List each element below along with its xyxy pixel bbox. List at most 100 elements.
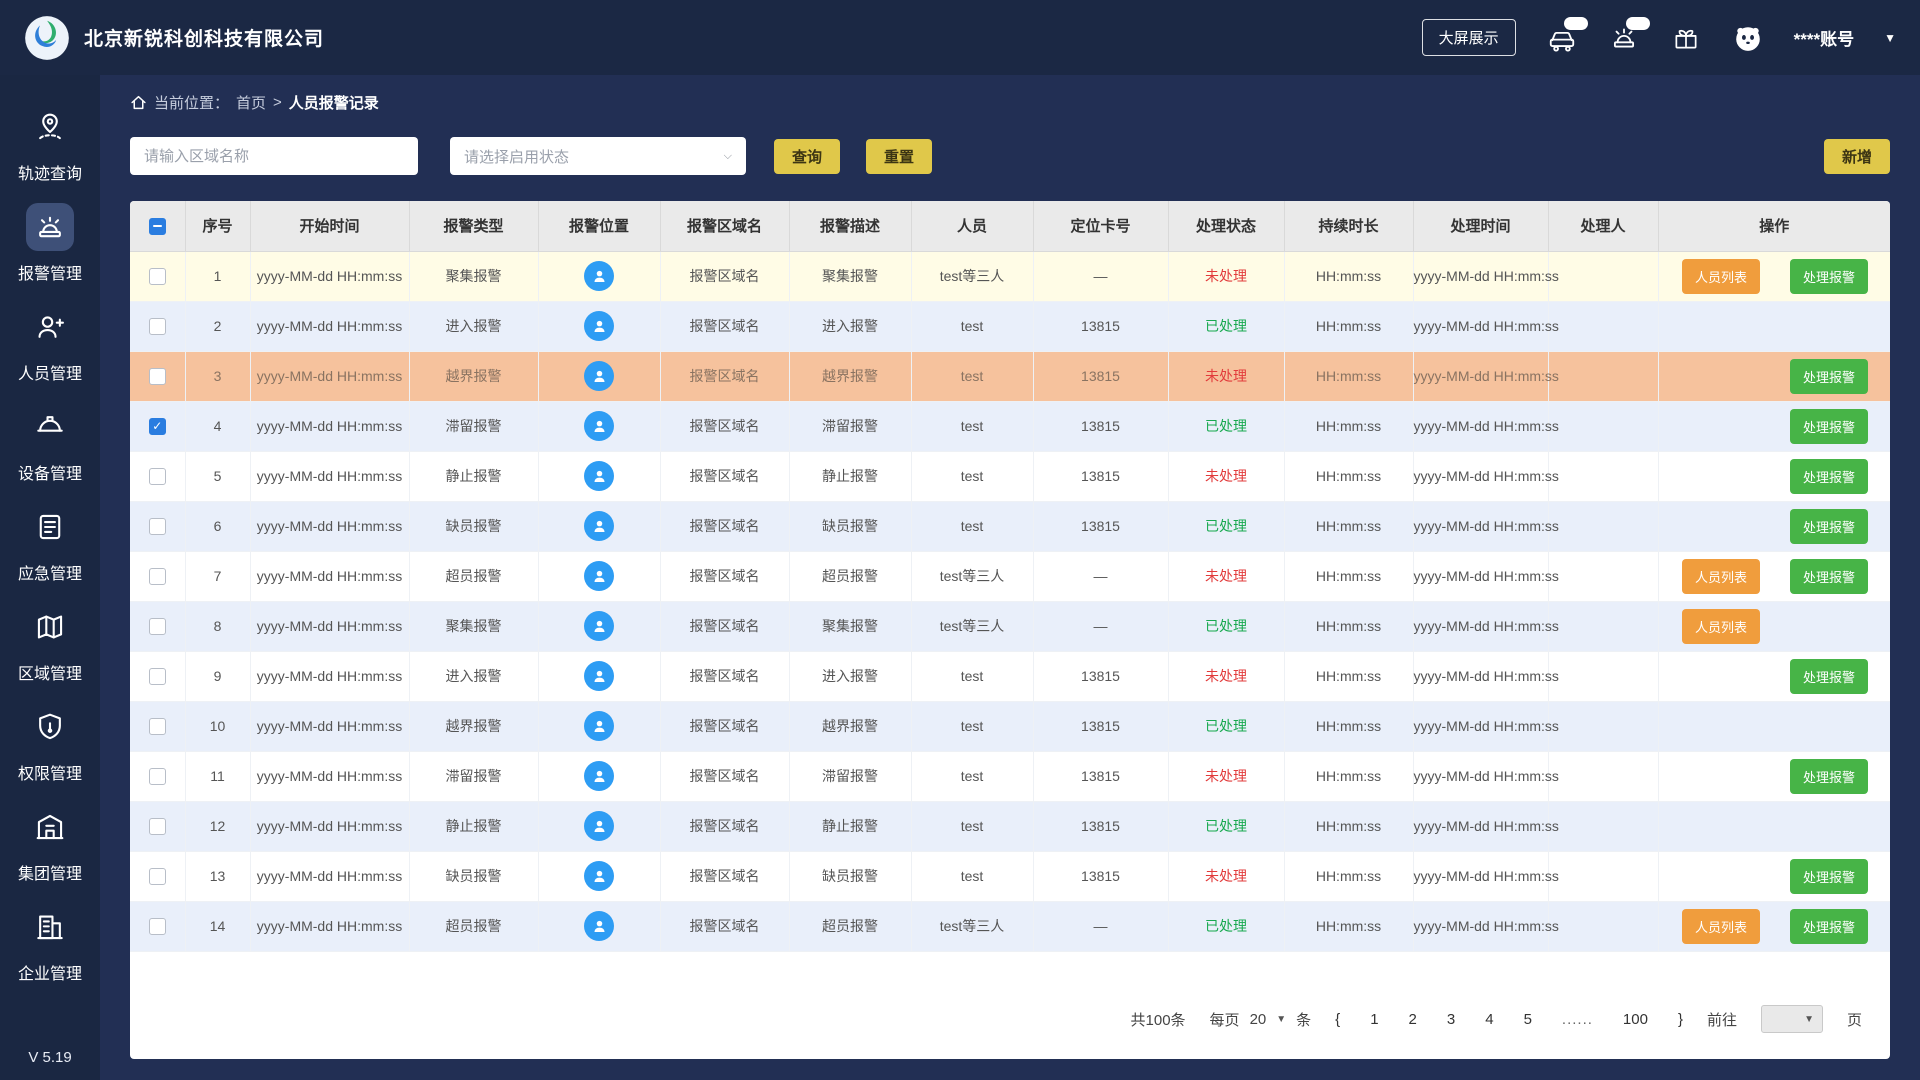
handle-alarm-button[interactable]: 处理报警	[1789, 408, 1868, 444]
location-icon[interactable]	[584, 761, 614, 791]
location-icon[interactable]	[584, 411, 614, 441]
location-icon[interactable]	[584, 811, 614, 841]
row-checkbox[interactable]	[148, 367, 166, 385]
add-button[interactable]: 新增	[1823, 138, 1890, 174]
reset-button[interactable]: 重置	[866, 138, 933, 174]
person-name: test等三人	[911, 901, 1034, 952]
status-text: 未处理	[1205, 568, 1247, 584]
row-checkbox[interactable]	[148, 867, 166, 885]
handle-alarm-button[interactable]: 处理报警	[1789, 858, 1868, 894]
alarm-bell-icon[interactable]	[1608, 16, 1650, 54]
location-icon[interactable]	[584, 261, 614, 291]
row-checkbox[interactable]	[148, 467, 166, 485]
chevron-down-icon[interactable]: ▼	[1884, 31, 1896, 45]
big-screen-button[interactable]: 大屏展示	[1421, 19, 1516, 56]
sidebar-item-alarm-management[interactable]: 报警管理	[18, 193, 82, 293]
sidebar-item-enterprise-management[interactable]: 企业管理	[18, 893, 82, 993]
handler-name	[1548, 301, 1659, 352]
row-checkbox[interactable]	[148, 917, 166, 935]
page-number[interactable]: 1	[1370, 1011, 1378, 1028]
row-checkbox[interactable]	[148, 317, 166, 335]
select-all-checkbox[interactable]	[148, 217, 166, 235]
handle-alarm-button[interactable]: 处理报警	[1789, 258, 1868, 294]
page-number[interactable]: 2	[1409, 1011, 1417, 1028]
breadcrumb-home[interactable]: 首页	[236, 92, 266, 113]
page-number[interactable]: 3	[1447, 1011, 1455, 1028]
sidebar-item-group-management[interactable]: 集团管理	[18, 793, 82, 893]
area-name-input[interactable]	[130, 137, 418, 175]
alarm-location-cell	[538, 551, 661, 602]
row-checkbox[interactable]	[148, 517, 166, 535]
person-list-button[interactable]: 人员列表	[1681, 258, 1760, 294]
location-icon[interactable]	[584, 561, 614, 591]
sidebar-item-personnel-management[interactable]: 人员管理	[18, 293, 82, 393]
enable-status-select[interactable]: 请选择启用状态 ⌵	[450, 137, 746, 175]
row-checkbox[interactable]	[148, 567, 166, 585]
vehicle-icon[interactable]	[1546, 16, 1588, 54]
action-slot: 处理报警	[1780, 358, 1878, 394]
page-number[interactable]: 5	[1524, 1011, 1532, 1028]
sidebar-item-device-management[interactable]: 设备管理	[18, 393, 82, 493]
column-header: 处理状态	[1168, 201, 1285, 252]
query-button[interactable]: 查询	[774, 138, 841, 174]
card-number: —	[1033, 901, 1169, 952]
location-icon[interactable]	[584, 361, 614, 391]
sidebar-item-permission-management[interactable]: 权限管理	[18, 693, 82, 793]
chevron-down-icon[interactable]: ▼	[1276, 1014, 1286, 1025]
person-list-button[interactable]: 人员列表	[1681, 908, 1760, 944]
row-checkbox[interactable]	[148, 617, 166, 635]
handle-alarm-button[interactable]: 处理报警	[1789, 358, 1868, 394]
location-icon[interactable]	[584, 661, 614, 691]
column-header: 定位卡号	[1033, 201, 1169, 252]
location-icon[interactable]	[584, 511, 614, 541]
sidebar-item-region-management[interactable]: 区域管理	[18, 593, 82, 693]
prev-page-button[interactable]: {	[1335, 1011, 1340, 1028]
location-icon[interactable]	[584, 711, 614, 741]
action-slot	[1672, 859, 1770, 894]
sidebar-item-track-query[interactable]: 轨迹查询	[18, 93, 82, 193]
person-list-button[interactable]: 人员列表	[1681, 608, 1760, 644]
sidebar-item-emergency-management[interactable]: 应急管理	[18, 493, 82, 593]
row-select-cell	[130, 451, 186, 502]
row-select-cell	[130, 801, 186, 852]
handle-alarm-button[interactable]: 处理报警	[1789, 508, 1868, 544]
next-page-button[interactable]: }	[1678, 1011, 1683, 1028]
action-slot	[1672, 659, 1770, 694]
handle-alarm-button[interactable]: 处理报警	[1789, 908, 1868, 944]
row-checkbox[interactable]	[148, 767, 166, 785]
row-checkbox[interactable]	[148, 417, 166, 435]
row-checkbox[interactable]	[148, 267, 166, 285]
handle-time: yyyy-MM-dd HH:mm:ss	[1413, 251, 1559, 302]
row-checkbox[interactable]	[148, 667, 166, 685]
handle-alarm-button[interactable]: 处理报警	[1789, 458, 1868, 494]
table-row: 11 yyyy-MM-dd HH:mm:ss 滞留报警 报警区域名 滞留报警 test 13…	[130, 751, 1890, 802]
goto-page-select[interactable]: ▼	[1760, 1005, 1823, 1033]
location-icon[interactable]	[584, 911, 614, 941]
handle-alarm-button[interactable]: 处理报警	[1789, 758, 1868, 794]
account-label[interactable]: ****账号	[1794, 25, 1854, 50]
location-icon[interactable]	[584, 461, 614, 491]
handle-alarm-button[interactable]: 处理报警	[1789, 558, 1868, 594]
handle-alarm-button[interactable]: 处理报警	[1789, 658, 1868, 694]
table-body: 1 yyyy-MM-dd HH:mm:ss 聚集报警 报警区域名 聚集报警 test等三人…	[130, 251, 1890, 952]
page-number[interactable]: 100	[1623, 1011, 1648, 1028]
location-icon[interactable]	[584, 611, 614, 641]
per-page-value[interactable]: 20	[1250, 1011, 1267, 1028]
row-checkbox[interactable]	[148, 817, 166, 835]
person-list-button[interactable]: 人员列表	[1681, 558, 1760, 594]
duration: HH:mm:ss	[1284, 301, 1414, 352]
alarm-description: 进入报警	[789, 301, 912, 352]
location-icon[interactable]	[584, 311, 614, 341]
table-row: 12 yyyy-MM-dd HH:mm:ss 静止报警 报警区域名 静止报警 test 13…	[130, 801, 1890, 852]
handle-time: yyyy-MM-dd HH:mm:ss	[1413, 901, 1559, 952]
alarm-area-name: 报警区域名	[660, 351, 790, 402]
location-icon[interactable]	[584, 861, 614, 891]
gift-icon[interactable]	[1670, 22, 1702, 54]
alarm-location-cell	[538, 801, 661, 852]
alarm-area-name: 报警区域名	[660, 851, 790, 902]
row-checkbox[interactable]	[148, 717, 166, 735]
page-number[interactable]: 4	[1485, 1011, 1493, 1028]
action-slot: 人员列表	[1672, 558, 1770, 594]
avatar[interactable]	[1732, 22, 1764, 54]
duration: HH:mm:ss	[1284, 751, 1414, 802]
